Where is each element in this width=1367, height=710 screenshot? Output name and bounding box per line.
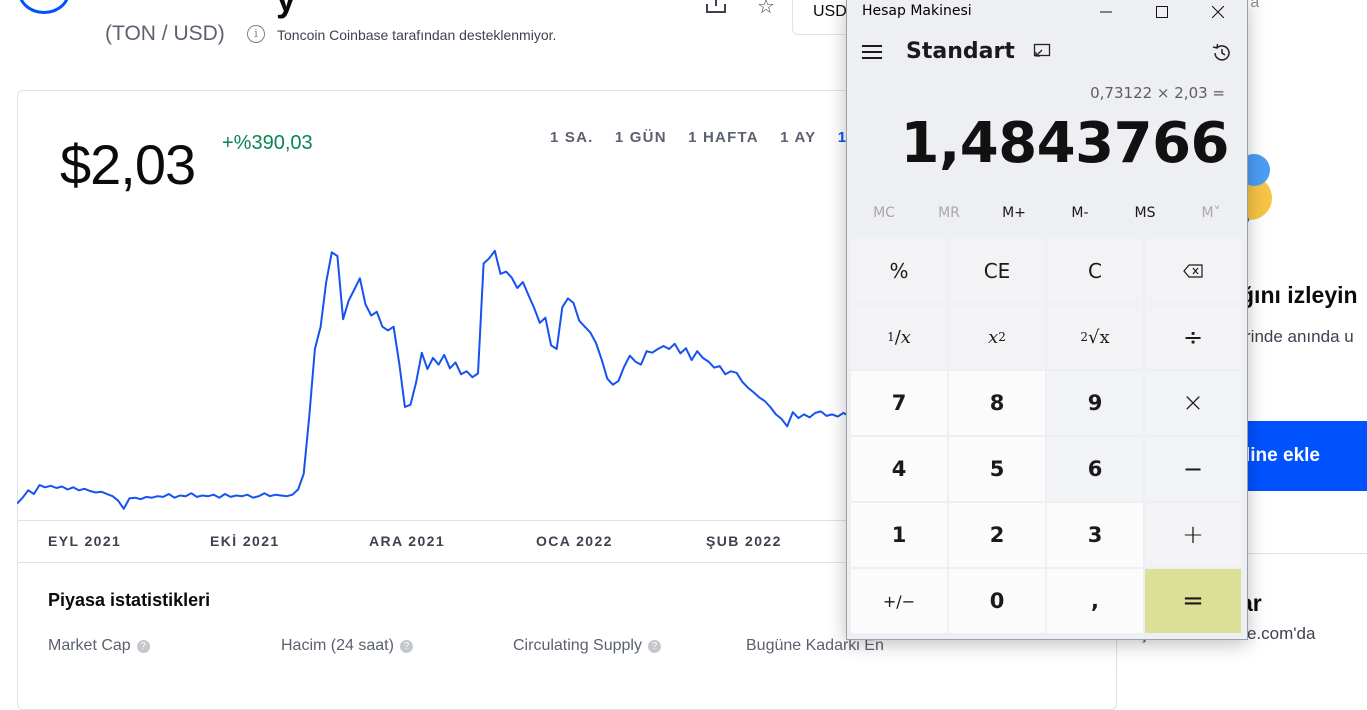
history-icon[interactable] xyxy=(1211,42,1233,64)
help-icon: ? xyxy=(399,640,413,653)
market-stats-title: Piyasa istatistikleri xyxy=(48,590,211,610)
clear-entry-button[interactable]: CE xyxy=(949,239,1045,303)
subtract-button[interactable]: − xyxy=(1145,437,1241,501)
page-title-fragment: y xyxy=(276,0,296,20)
range-1h[interactable]: 1 SA. xyxy=(550,129,594,146)
minimize-icon xyxy=(1100,11,1112,13)
x-tick-label: EKİ 2021 xyxy=(210,533,280,549)
range-1m[interactable]: 1 AY xyxy=(780,129,816,146)
watchlist-promo-title: ğını izleyin xyxy=(1240,282,1358,308)
close-icon xyxy=(1212,6,1224,18)
memory-recall-button[interactable]: MR xyxy=(917,205,981,221)
stat-volume: Hacim (24 saat)? xyxy=(281,637,413,655)
percent-button[interactable]: % xyxy=(851,239,947,303)
minimize-button[interactable] xyxy=(1083,0,1129,25)
add-button[interactable]: + xyxy=(1145,503,1241,567)
calculator-window: Hesap Makinesi Standart 0,73122 × 2,03 =… xyxy=(846,0,1248,640)
help-icon: ? xyxy=(647,640,661,653)
negate-button[interactable]: +/− xyxy=(851,569,947,633)
navigation-menu-button[interactable] xyxy=(862,45,882,59)
share-icon[interactable] xyxy=(704,0,728,14)
x-tick-label: OCA 2022 xyxy=(536,533,613,549)
stat-circulating-supply: Circulating Supply? xyxy=(513,637,661,655)
support-notice: Toncoin Coinbase tarafından desteklenmiy… xyxy=(277,27,557,43)
price-series-line xyxy=(17,249,849,510)
maximize-icon xyxy=(1156,6,1168,18)
multiply-button[interactable]: × xyxy=(1145,371,1241,435)
calculator-titlebar[interactable]: Hesap Makinesi xyxy=(847,0,1247,27)
digit-4-button[interactable]: 4 xyxy=(851,437,947,501)
price-change: +%390,03 xyxy=(222,132,313,154)
clear-button[interactable]: C xyxy=(1047,239,1143,303)
digit-3-button[interactable]: 3 xyxy=(1047,503,1143,567)
price-line-chart xyxy=(17,249,849,510)
add-to-watchlist-button[interactable]: line ekle xyxy=(1240,421,1367,491)
digit-0-button[interactable]: 0 xyxy=(949,569,1045,633)
time-range-selector: 1 SA. 1 GÜN 1 HAFTA 1 AY 1 YIL xyxy=(550,129,895,146)
trading-pair: (TON / USD) xyxy=(105,22,225,45)
calculator-mode-title: Standart xyxy=(906,39,1015,64)
decimal-button[interactable]: , xyxy=(1047,569,1143,633)
x-tick-label: ARA 2021 xyxy=(369,533,446,549)
stat-market-cap: Market Cap? xyxy=(48,637,150,655)
x-tick-label: EYL 2021 xyxy=(48,533,122,549)
square-root-button[interactable]: 2 √x xyxy=(1047,305,1143,369)
digit-8-button[interactable]: 8 xyxy=(949,371,1045,435)
digit-2-button[interactable]: 2 xyxy=(949,503,1045,567)
range-1w[interactable]: 1 HAFTA xyxy=(688,129,759,146)
digit-5-button[interactable]: 5 xyxy=(949,437,1045,501)
square-button[interactable]: x2 xyxy=(949,305,1045,369)
memory-row: MC MR M+ M- MS M˅ xyxy=(847,205,1247,231)
memory-clear-button[interactable]: MC xyxy=(852,205,916,221)
memory-subtract-button[interactable]: M- xyxy=(1048,205,1112,221)
close-button[interactable] xyxy=(1195,0,1241,25)
equals-button[interactable]: = xyxy=(1145,569,1241,633)
x-tick-label: ŞUB 2022 xyxy=(706,533,782,549)
help-icon: ? xyxy=(136,640,150,653)
result-display: 1,4843766 xyxy=(900,111,1230,176)
divide-button[interactable]: ÷ xyxy=(1145,305,1241,369)
watchlist-promo-subtitle: rinde anında u xyxy=(1245,327,1354,346)
calculation-expression: 0,73122 × 2,03 = xyxy=(1090,84,1225,102)
digit-1-button[interactable]: 1 xyxy=(851,503,947,567)
current-price: $2,03 xyxy=(60,133,196,196)
digit-7-button[interactable]: 7 xyxy=(851,371,947,435)
x-axis-line xyxy=(18,520,848,521)
memory-list-button[interactable]: M˅ xyxy=(1179,205,1243,221)
range-1d[interactable]: 1 GÜN xyxy=(615,129,667,146)
info-icon[interactable]: i xyxy=(247,25,265,43)
memory-store-button[interactable]: MS xyxy=(1113,205,1177,221)
coin-logo xyxy=(18,0,70,14)
memory-add-button[interactable]: M+ xyxy=(982,205,1046,221)
digit-9-button[interactable]: 9 xyxy=(1047,371,1143,435)
reciprocal-button[interactable]: 1/x xyxy=(851,305,947,369)
divider xyxy=(18,562,848,563)
backspace-icon xyxy=(1183,264,1203,278)
star-icon[interactable]: ☆ xyxy=(757,0,775,19)
digit-6-button[interactable]: 6 xyxy=(1047,437,1143,501)
backspace-button[interactable] xyxy=(1145,239,1241,303)
maximize-button[interactable] xyxy=(1139,0,1185,25)
window-title: Hesap Makinesi xyxy=(862,3,972,19)
keep-on-top-icon[interactable] xyxy=(1033,43,1051,61)
